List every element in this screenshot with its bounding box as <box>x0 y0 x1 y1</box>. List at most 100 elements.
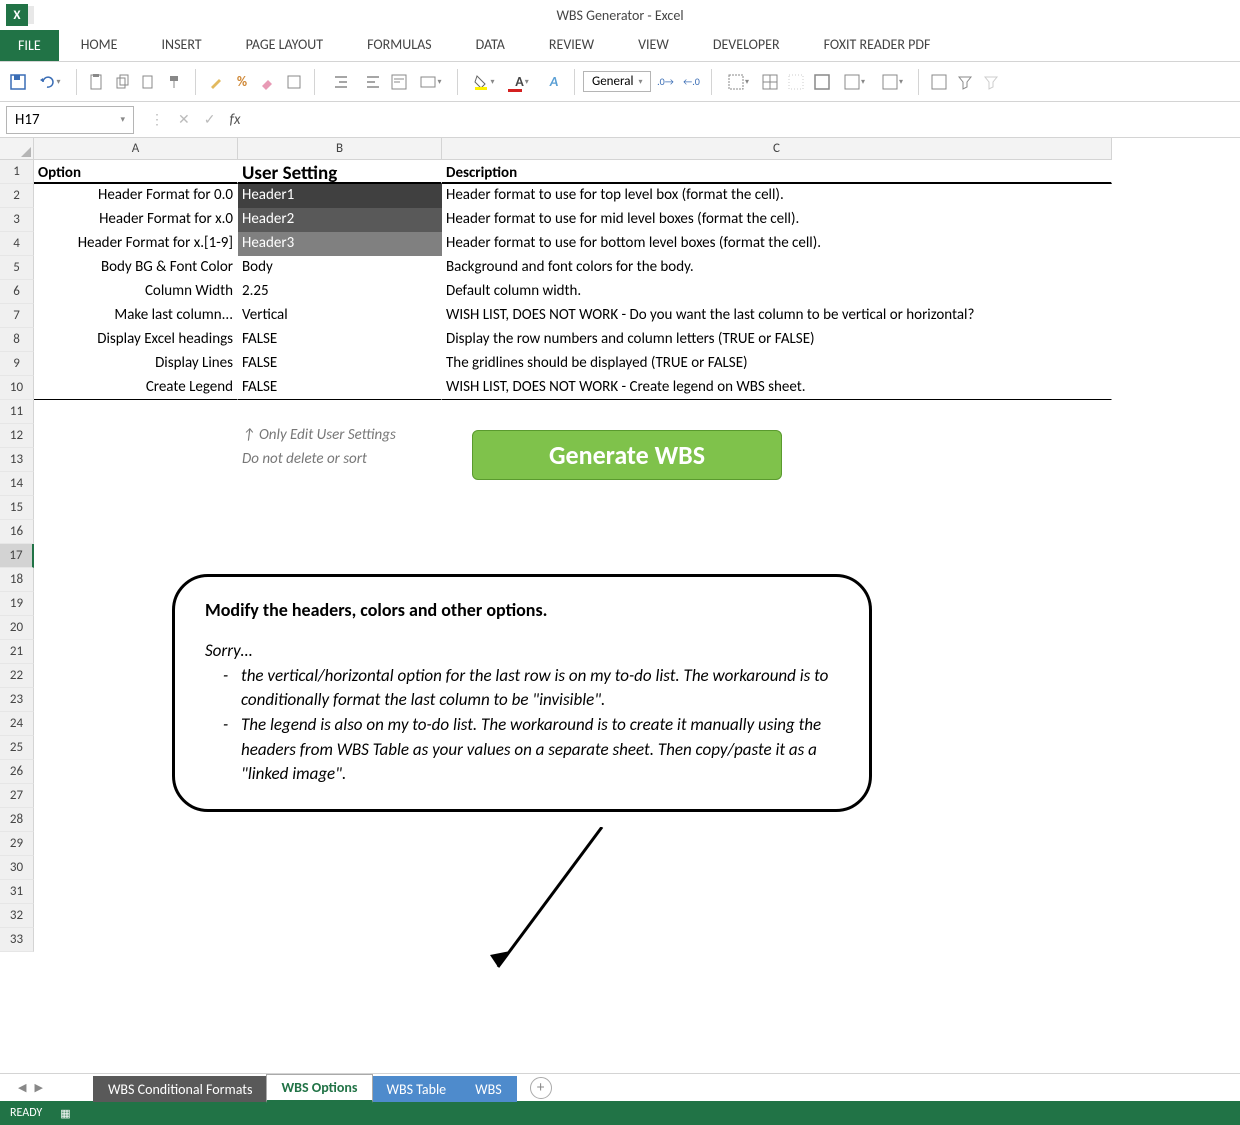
enter-icon[interactable]: ✓ <box>204 111 216 128</box>
row-header-11[interactable]: 11 <box>0 400 34 424</box>
row-header-4[interactable]: 4 <box>0 232 34 256</box>
row-header-8[interactable]: 8 <box>0 328 34 352</box>
row-header-12[interactable]: 12 <box>0 424 34 448</box>
row-header-22[interactable]: 22 <box>0 664 34 688</box>
sheet-nav-prev-icon[interactable]: ◀ <box>18 1081 26 1094</box>
indent-increase-icon[interactable] <box>361 70 385 94</box>
cell-description[interactable]: Header format to use for bottom level bo… <box>442 232 1112 256</box>
cell-option[interactable]: Header Format for 0.0 <box>34 184 238 208</box>
col-header-a[interactable]: A <box>34 138 238 160</box>
tab-data[interactable]: DATA <box>454 28 527 61</box>
borders-icon[interactable]: ▾ <box>720 70 756 94</box>
row-header-29[interactable]: 29 <box>0 832 34 856</box>
formula-input[interactable] <box>251 102 1240 137</box>
row-header-13[interactable]: 13 <box>0 448 34 472</box>
tab-insert[interactable]: INSERT <box>140 28 224 61</box>
cell-description[interactable]: The gridlines should be displayed (TRUE … <box>442 352 1112 376</box>
row-header-30[interactable]: 30 <box>0 856 34 880</box>
brush-icon[interactable] <box>204 70 228 94</box>
cell-option[interactable]: Make last column... <box>34 304 238 328</box>
cell-description[interactable]: Display the row numbers and column lette… <box>442 328 1112 352</box>
row-header-27[interactable]: 27 <box>0 784 34 808</box>
undo-icon[interactable]: ▾ <box>32 70 68 94</box>
row-header-18[interactable]: 18 <box>0 568 34 592</box>
tab-foxit[interactable]: FOXIT READER PDF <box>802 28 953 61</box>
cell-user-setting[interactable]: FALSE <box>238 352 442 376</box>
cell-option[interactable]: Column Width <box>34 280 238 304</box>
row-header-19[interactable]: 19 <box>0 592 34 616</box>
row-header-16[interactable]: 16 <box>0 520 34 544</box>
border-outside-icon[interactable] <box>810 70 834 94</box>
percent-icon[interactable]: % <box>230 70 254 94</box>
tab-page-layout[interactable]: PAGE LAYOUT <box>224 28 345 61</box>
tab-developer[interactable]: DEVELOPER <box>691 28 802 61</box>
copy-icon[interactable] <box>111 70 135 94</box>
font-color-icon[interactable]: A▾ <box>504 70 540 94</box>
row-header-32[interactable]: 32 <box>0 904 34 928</box>
row-header-9[interactable]: 9 <box>0 352 34 376</box>
cell-option[interactable]: Display Excel headings <box>34 328 238 352</box>
row-header-23[interactable]: 23 <box>0 688 34 712</box>
name-box[interactable]: H17▾ <box>6 106 134 134</box>
row-header-2[interactable]: 2 <box>0 184 34 208</box>
wrap-text-icon[interactable] <box>387 70 411 94</box>
merge-icon[interactable]: ▾ <box>413 70 449 94</box>
row-header-20[interactable]: 20 <box>0 616 34 640</box>
save-icon[interactable] <box>6 70 30 94</box>
decrease-decimal-icon[interactable]: ←.0 <box>679 70 703 94</box>
row-header-21[interactable]: 21 <box>0 640 34 664</box>
file-tab[interactable]: FILE <box>0 30 59 61</box>
clear-format-icon[interactable]: A <box>542 70 566 94</box>
cell-description-header[interactable]: Description <box>442 160 1112 184</box>
add-sheet-button[interactable]: + <box>530 1077 552 1099</box>
eraser-icon[interactable] <box>256 70 280 94</box>
select-all-corner[interactable] <box>0 138 34 160</box>
sheet-tab-conditional-formats[interactable]: WBS Conditional Formats <box>93 1076 268 1102</box>
cell-user-setting[interactable]: FALSE <box>238 328 442 352</box>
generate-wbs-button[interactable]: Generate WBS <box>472 430 782 480</box>
cell-user-setting[interactable]: Vertical <box>238 304 442 328</box>
row-header-24[interactable]: 24 <box>0 712 34 736</box>
cell-option[interactable]: Create Legend <box>34 376 238 400</box>
fill-icon[interactable] <box>282 70 306 94</box>
cell-description[interactable]: WISH LIST, DOES NOT WORK - Do you want t… <box>442 304 1112 328</box>
sheet-tab-wbs-table[interactable]: WBS Table <box>372 1076 462 1102</box>
cell-option-header[interactable]: Option <box>34 160 238 184</box>
cell-description[interactable]: Header format to use for mid level boxes… <box>442 208 1112 232</box>
row-header-28[interactable]: 28 <box>0 808 34 832</box>
cell-user-setting[interactable]: 2.25 <box>238 280 442 304</box>
autosum-icon[interactable] <box>927 70 951 94</box>
row-header-1[interactable]: 1 <box>0 160 34 184</box>
cancel-icon[interactable]: ✕ <box>178 111 190 128</box>
cell-option[interactable]: Body BG & Font Color <box>34 256 238 280</box>
col-header-c[interactable]: C <box>442 138 1112 160</box>
cell-user-setting[interactable]: Header3 <box>238 232 442 256</box>
col-header-b[interactable]: B <box>238 138 442 160</box>
cell-option[interactable]: Display Lines <box>34 352 238 376</box>
cell-description[interactable]: Header format to use for top level box (… <box>442 184 1112 208</box>
tab-home[interactable]: HOME <box>59 28 140 61</box>
row-header-25[interactable]: 25 <box>0 736 34 760</box>
find-icon[interactable] <box>979 70 1003 94</box>
fx-icon[interactable]: fx <box>229 111 240 129</box>
row-header-17[interactable]: 17 <box>0 544 34 568</box>
cell-description[interactable]: Background and font colors for the body. <box>442 256 1112 280</box>
format-painter-icon[interactable] <box>163 70 187 94</box>
row-header-3[interactable]: 3 <box>0 208 34 232</box>
row-header-26[interactable]: 26 <box>0 760 34 784</box>
indent-decrease-icon[interactable] <box>323 70 359 94</box>
sheet-nav-next-icon[interactable]: ▶ <box>34 1081 42 1094</box>
cell-description[interactable]: Default column width. <box>442 280 1112 304</box>
cell-user-setting[interactable]: Body <box>238 256 442 280</box>
row-header-15[interactable]: 15 <box>0 496 34 520</box>
tab-review[interactable]: REVIEW <box>527 28 616 61</box>
tab-formulas[interactable]: FORMULAS <box>345 28 454 61</box>
row-header-33[interactable]: 33 <box>0 928 34 952</box>
cell-option[interactable]: Header Format for x.0 <box>34 208 238 232</box>
paste-icon[interactable] <box>85 70 109 94</box>
cell-option[interactable]: Header Format for x.[1-9] <box>34 232 238 256</box>
cell-usersetting-header[interactable]: User Setting <box>238 160 442 184</box>
row-header-14[interactable]: 14 <box>0 472 34 496</box>
row-header-6[interactable]: 6 <box>0 280 34 304</box>
sheet-tab-wbs-options[interactable]: WBS Options <box>266 1074 372 1103</box>
